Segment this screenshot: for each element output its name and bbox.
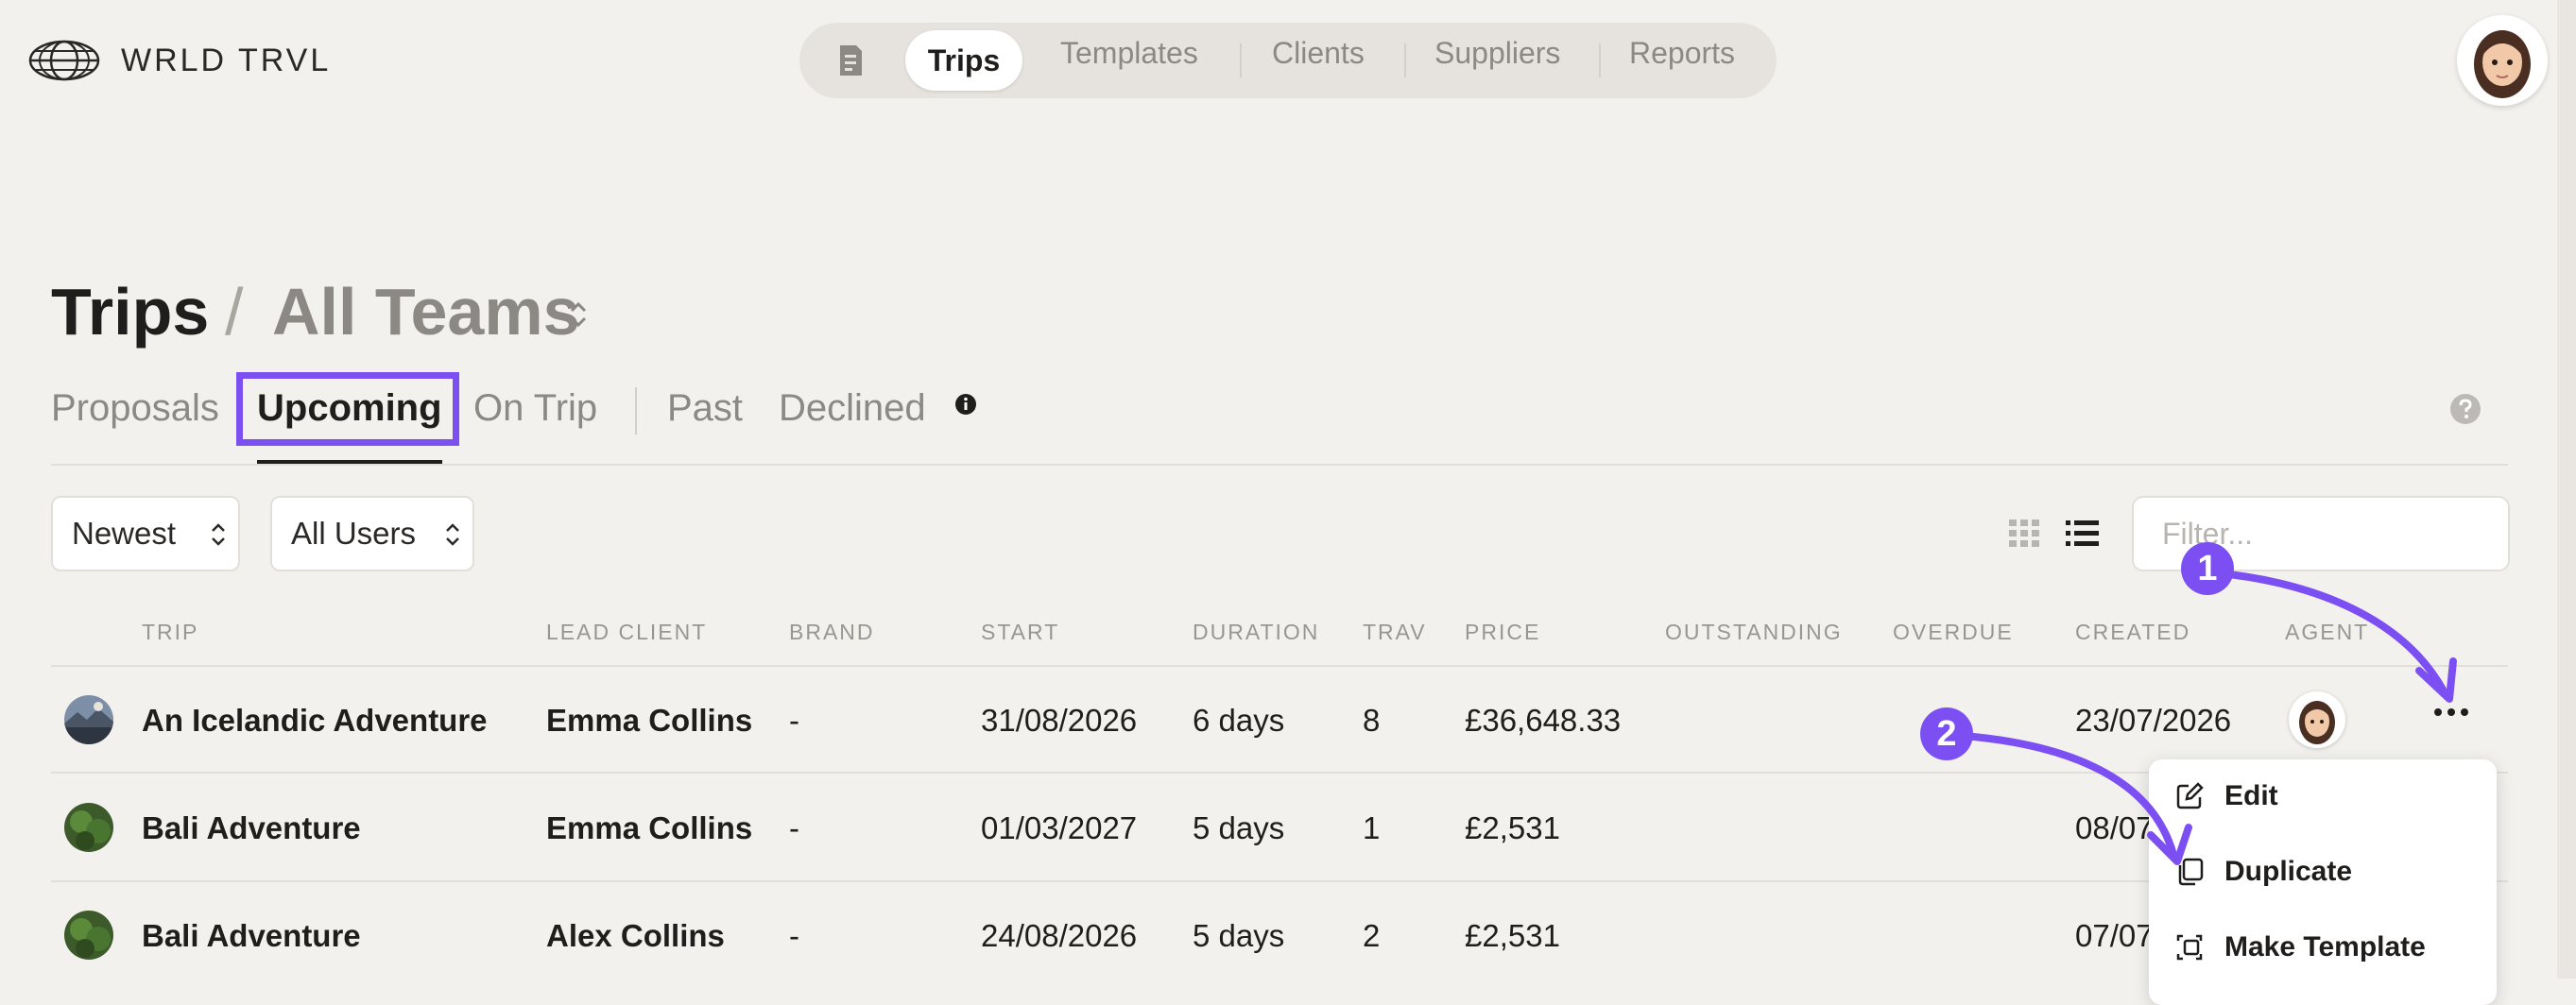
annotation-arrows: [1948, 569, 2457, 865]
annotation-step-2: 2: [1920, 707, 1973, 760]
annotation-step-1: 1: [2181, 542, 2234, 595]
